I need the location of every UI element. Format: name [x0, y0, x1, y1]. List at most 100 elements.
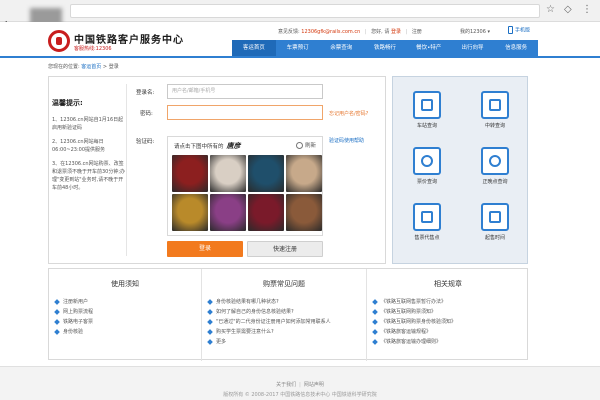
nav-info[interactable]: 信息服务: [494, 40, 538, 56]
faq-link[interactable]: 注册新用户: [49, 297, 201, 307]
transfer-icon: [481, 91, 509, 119]
refresh-icon: [295, 142, 303, 149]
nav-food[interactable]: 餐饮•特产: [407, 40, 451, 56]
top-links: 意见反馈: 12306gfk@rails.com.cn | 您好, 请 登录 |…: [278, 29, 422, 35]
header-rule: [0, 56, 600, 58]
faq-link[interactable]: 《铁路互联网购票身份核验须知》: [367, 317, 529, 327]
captcha-tile-pyramid-sunset[interactable]: [286, 194, 322, 231]
captcha-tile-firecracker[interactable]: [286, 155, 322, 192]
register-button[interactable]: 快速注册: [247, 241, 323, 257]
hotline: 客服热线:12306: [74, 46, 112, 52]
fare-icon: [413, 147, 441, 175]
faq-more-link[interactable]: 更多: [202, 337, 366, 347]
services-panel: 车站查询 中转查询 票价查询 正晚点查询 售票代售点 起售时间: [392, 76, 528, 264]
footer: 关于我们 | 网站声明 版权所有 © 2008-2017 中国铁路信息技术中心 中国…: [0, 366, 600, 400]
breadcrumb-home[interactable]: 客运首页: [81, 64, 101, 70]
sale-time-tile[interactable]: 起售时间: [475, 203, 515, 241]
main-nav: 客运首页 车票预订 余票查询 铁路畅行 餐饮•特产 出行向导 信息服务: [232, 40, 538, 56]
agency-icon: [413, 203, 441, 231]
captcha-tile-peacock[interactable]: [248, 155, 284, 192]
clock-icon: [481, 147, 509, 175]
forgot-password-link[interactable]: 忘记用户名/密码?: [329, 110, 368, 117]
top-register-link[interactable]: 注册: [412, 29, 422, 35]
breadcrumb-sep: >: [102, 64, 108, 70]
faq-link[interactable]: 《铁路旅客运输规程》: [367, 327, 529, 337]
nav-travel[interactable]: 铁路畅行: [363, 40, 407, 56]
faq-link[interactable]: 如何了解自己的身份信息核验结果?: [202, 307, 366, 317]
faq-col-title: 相关规章: [434, 280, 462, 288]
faq-link[interactable]: 网上购票流程: [49, 307, 201, 317]
service-label: 车站查询: [416, 123, 437, 129]
calendar-icon: [481, 203, 509, 231]
captcha-keyword: 唐彦: [226, 141, 241, 150]
agency-tile[interactable]: 售票代售点: [407, 203, 447, 241]
menu-icon[interactable]: ⋮: [582, 3, 592, 17]
breadcrumb-prefix: 您现在的位置:: [48, 64, 80, 70]
nav-home[interactable]: 客运首页: [232, 40, 276, 56]
browser-toolbar: ☆ ◇ ⋮: [0, 0, 600, 22]
faq-link[interactable]: 身份核验: [49, 327, 201, 337]
tip-item: 1、12306.cn网站自1月16日起启用新验证码: [52, 117, 124, 131]
copyright: 版权所有 © 2008-2017 中国铁路信息技术中心 中国铁道科学研究院: [223, 392, 377, 398]
faq-link[interactable]: 铁路电子客票: [49, 317, 201, 327]
faq-link[interactable]: 购买学生票需要注意什么?: [202, 327, 366, 337]
captcha-help-link[interactable]: 验证码使用帮助: [329, 137, 364, 144]
star-icon[interactable]: ☆: [546, 3, 555, 17]
phone-icon: [508, 26, 513, 34]
service-label: 售票代售点: [414, 235, 440, 241]
top-login-link[interactable]: 登录: [391, 29, 401, 35]
tip-item: 3、在12306.cn网站购票、改签和退票须不晚于开车前30分钟;办理"变更到站…: [52, 161, 126, 191]
captcha-tile-red-roses[interactable]: [172, 155, 208, 192]
password-input[interactable]: [167, 105, 323, 120]
faq-col-rules: 相关规章 《铁路互联网售票暂行办法》 《铁路互联网购票须知》 《铁路互联网购票身…: [367, 269, 529, 361]
tips-box: 温馨提示: 1、12306.cn网站自1月16日起启用新验证码 2、12306.…: [52, 98, 126, 198]
faq-link[interactable]: 《铁路互联网售票暂行办法》: [367, 297, 529, 307]
faq-col-title: 购票常见问题: [263, 280, 305, 288]
nav-tickets[interactable]: 余票查询: [319, 40, 363, 56]
captcha-label: 验证码:: [136, 139, 155, 145]
faq-link[interactable]: 《铁路互联网购票须知》: [367, 307, 529, 317]
extension-icon[interactable]: ◇: [564, 3, 572, 17]
captcha-prompt: 请点击下图中所有的 唐彦: [174, 141, 241, 151]
railway-logo-icon[interactable]: [48, 30, 70, 52]
faq-link[interactable]: "已通过"的二代身份证注册用户如何添加常用联系人: [202, 317, 366, 327]
faq-link[interactable]: 身份核验结果有哪几种状态?: [202, 297, 366, 307]
login-button[interactable]: 登录: [167, 241, 243, 257]
username-input[interactable]: 用户名/邮箱/手机号: [167, 84, 323, 99]
refresh-label: 刷新: [304, 143, 316, 149]
captcha-tile-purple-cabbage[interactable]: [210, 194, 246, 231]
transfer-query-tile[interactable]: 中转查询: [475, 91, 515, 129]
captcha-refresh[interactable]: 刷新: [295, 141, 316, 149]
feedback-email[interactable]: 12306gfk@rails.com.cn: [301, 29, 360, 35]
station-icon: [413, 91, 441, 119]
service-label: 正晚点查询: [482, 179, 508, 185]
my-12306-menu[interactable]: 我的12306 ▾: [460, 28, 490, 35]
address-bar[interactable]: [70, 4, 540, 18]
username-label: 登录名:: [136, 90, 155, 96]
site-title: 中国铁路客户服务中心: [74, 35, 184, 46]
statement-link[interactable]: 网站声明: [304, 382, 324, 388]
service-label: 起售时间: [484, 235, 505, 241]
service-label: 中转查询: [484, 123, 505, 129]
captcha-grid: [172, 155, 322, 231]
station-query-tile[interactable]: 车站查询: [407, 91, 447, 129]
faq-panel: 使用须知 注册新用户 网上购票流程 铁路电子客票 身份核验 购票常见问题 身份核…: [48, 268, 529, 361]
delay-query-tile[interactable]: 正晚点查询: [475, 147, 515, 185]
captcha-tile-wall-clock[interactable]: [210, 155, 246, 192]
password-label: 密码:: [140, 111, 153, 117]
mobile-link[interactable]: 手机版: [508, 26, 530, 34]
nav-booking[interactable]: 车票预订: [276, 40, 320, 56]
captcha-tile-cherries-bowl[interactable]: [248, 194, 284, 231]
tip-item: 2、12306.cn网站每日06:00~23:00提供服务: [52, 139, 106, 153]
about-link[interactable]: 关于我们: [276, 382, 296, 388]
faq-col-title: 使用须知: [111, 280, 139, 288]
nav-guide[interactable]: 出行向导: [451, 40, 495, 56]
captcha-tile-round-mirror[interactable]: [172, 194, 208, 231]
footer-links: 关于我们 | 网站声明: [276, 382, 324, 388]
service-label: 票价查询: [416, 179, 437, 185]
faq-col-questions: 购票常见问题 身份核验结果有哪几种状态? 如何了解自己的身份信息核验结果? "已…: [201, 269, 367, 361]
fare-query-tile[interactable]: 票价查询: [407, 147, 447, 185]
divider: [126, 84, 127, 256]
breadcrumb: 您现在的位置: 客运首页 > 登录: [48, 63, 119, 70]
faq-link[interactable]: 《铁路旅客运输办理细则》: [367, 337, 529, 347]
